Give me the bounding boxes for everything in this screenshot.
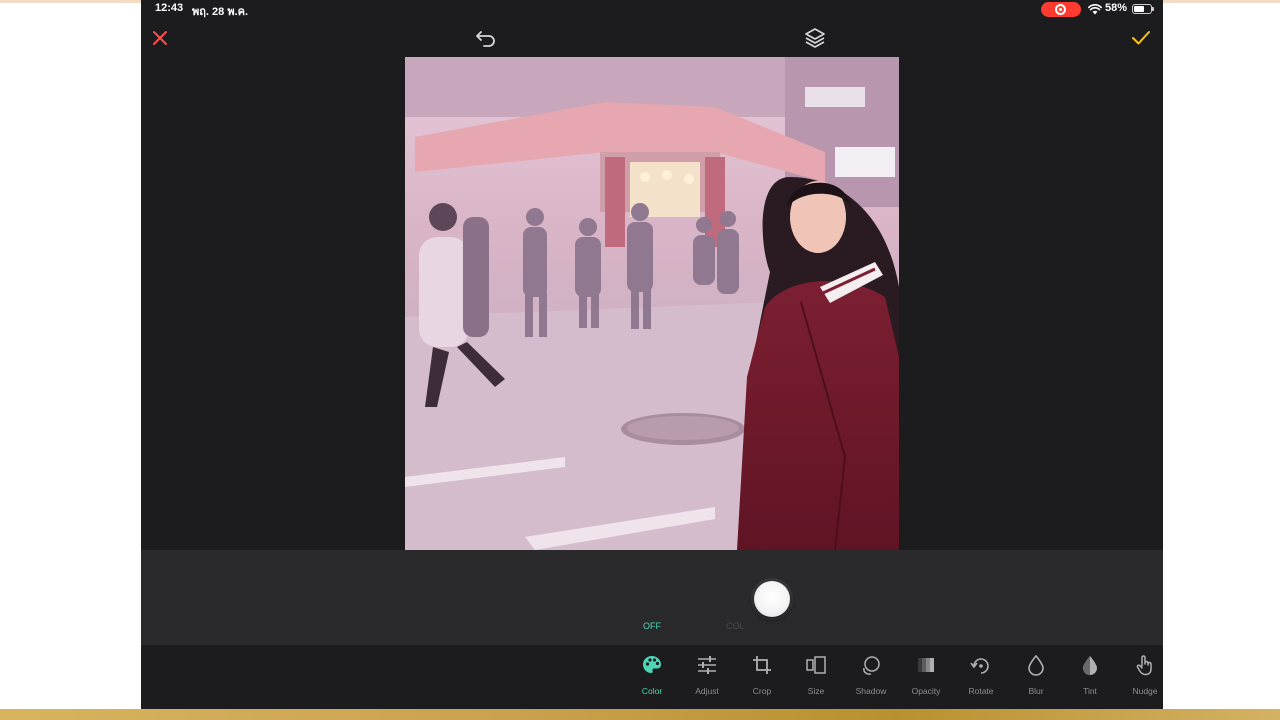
crop-icon (753, 656, 771, 674)
tool-crop[interactable]: Crop (735, 650, 789, 700)
screen-recording-indicator[interactable] (1041, 2, 1081, 17)
tool-label: Tint (1083, 686, 1097, 696)
done-button[interactable] (1126, 23, 1156, 53)
slider-thumb[interactable] (754, 581, 790, 617)
rotate-icon (970, 658, 989, 674)
close-icon (153, 31, 167, 45)
ipad-screen: 12:43 พฤ. 28 พ.ค. 58% OFF COL Color Adju… (141, 0, 1163, 709)
tool-color[interactable]: Color (625, 650, 679, 700)
tool-label: Color (641, 686, 663, 696)
wifi-icon (1088, 4, 1102, 15)
tool-blur[interactable]: Blur (1009, 650, 1063, 700)
tool-label: Nudge (1132, 686, 1158, 696)
blur-icon (1028, 654, 1044, 676)
status-date: พฤ. 28 พ.ค. (192, 6, 249, 18)
tool-label: Crop (752, 686, 772, 696)
tool-adjust[interactable]: Adjust (680, 650, 734, 700)
palette-icon (643, 656, 661, 673)
tool-opacity[interactable]: Opacity (899, 650, 953, 700)
tool-label: Adjust (695, 686, 719, 696)
bottom-accent-bar (0, 709, 1280, 720)
photo-canvas[interactable] (405, 57, 899, 550)
status-bar: 12:43 พฤ. 28 พ.ค. 58% (141, 0, 1163, 18)
shadow-icon (863, 656, 880, 675)
street-photo (405, 57, 899, 550)
battery-icon (1132, 4, 1154, 14)
nudge-icon (1136, 655, 1152, 676)
size-icon (806, 656, 826, 674)
undo-icon (476, 31, 495, 47)
status-time: 12:43 (155, 2, 184, 14)
tool-size[interactable]: Size (789, 650, 843, 700)
close-button[interactable] (145, 23, 175, 53)
layers-button[interactable] (800, 23, 830, 53)
undo-button[interactable] (471, 23, 501, 53)
tool-tint[interactable]: Tint (1063, 650, 1117, 700)
tool-label: Opacity (911, 686, 941, 696)
tool-nudge[interactable]: Nudge (1118, 650, 1163, 700)
layers-icon (805, 28, 825, 48)
opacity-icon (918, 658, 934, 672)
col-option[interactable]: COL (726, 621, 745, 631)
tint-icon (1083, 656, 1097, 675)
tool-label: Blur (1028, 686, 1044, 696)
tool-rotate[interactable]: Rotate (954, 650, 1008, 700)
off-option[interactable]: OFF (643, 621, 661, 631)
color-slider-panel: OFF COL (141, 550, 1163, 645)
battery-percentage: 58% (1105, 2, 1128, 14)
tool-bar: Color Adjust Crop Size Shadow Opacity Ro… (141, 645, 1163, 709)
sliders-icon (698, 656, 716, 674)
tool-label: Rotate (968, 686, 994, 696)
checkmark-icon (1132, 31, 1150, 45)
tool-label: Size (807, 686, 825, 696)
tool-shadow[interactable]: Shadow (844, 650, 898, 700)
tool-label: Shadow (855, 686, 887, 696)
